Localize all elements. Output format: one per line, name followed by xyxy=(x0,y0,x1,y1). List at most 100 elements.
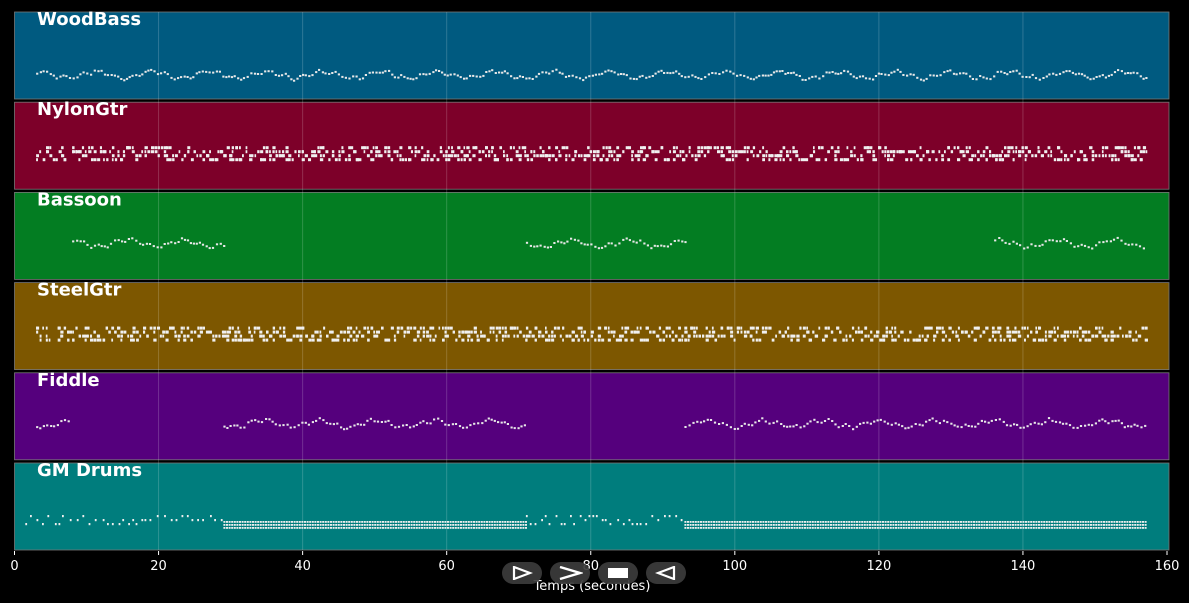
note-mark xyxy=(374,521,377,523)
note-mark xyxy=(231,146,234,150)
note-mark xyxy=(850,527,853,529)
note-mark xyxy=(1032,521,1035,523)
note-mark xyxy=(817,527,819,529)
note-mark xyxy=(752,146,756,150)
note-mark xyxy=(1072,330,1077,334)
note-mark xyxy=(900,527,903,529)
note-mark xyxy=(877,72,880,75)
note-mark xyxy=(451,423,454,426)
note-mark xyxy=(81,154,85,158)
note-mark xyxy=(311,527,314,529)
back-button[interactable] xyxy=(646,562,686,584)
note-mark xyxy=(534,326,538,330)
note-mark xyxy=(993,524,996,526)
note-mark xyxy=(1032,524,1035,526)
note-mark xyxy=(132,519,135,522)
note-mark xyxy=(811,521,814,523)
note-mark xyxy=(501,326,504,330)
note-mark xyxy=(457,527,460,529)
note-mark xyxy=(607,330,610,334)
note-mark xyxy=(97,158,101,162)
note-mark xyxy=(1098,241,1101,244)
note-mark xyxy=(314,330,317,334)
note-mark xyxy=(293,79,296,82)
note-mark xyxy=(994,239,997,242)
note-mark xyxy=(538,334,541,338)
stop-button[interactable] xyxy=(598,562,638,584)
note-mark xyxy=(311,150,315,154)
note-mark xyxy=(613,330,616,334)
note-mark xyxy=(965,521,968,523)
note-mark xyxy=(741,524,744,526)
note-mark xyxy=(921,424,924,427)
note-mark xyxy=(749,524,752,526)
note-mark xyxy=(889,521,892,523)
note-mark xyxy=(215,243,219,246)
note-mark xyxy=(292,334,296,338)
note-mark xyxy=(322,524,325,526)
note-mark xyxy=(1104,154,1107,158)
note-mark xyxy=(575,76,578,79)
note-mark xyxy=(651,75,654,77)
note-mark xyxy=(975,78,978,81)
note-mark xyxy=(957,146,960,150)
note-mark xyxy=(1132,71,1135,74)
note-mark xyxy=(923,521,926,523)
note-mark xyxy=(473,524,475,526)
note-mark xyxy=(1095,521,1098,523)
note-mark xyxy=(202,150,206,154)
note-mark xyxy=(460,521,462,523)
rewind-button[interactable] xyxy=(502,562,542,584)
note-mark xyxy=(720,521,723,523)
note-mark xyxy=(1056,521,1059,523)
note-mark xyxy=(619,338,622,342)
note-mark xyxy=(994,338,997,342)
note-mark xyxy=(510,426,513,429)
note-mark xyxy=(1044,421,1047,424)
note-mark xyxy=(458,334,461,338)
note-mark xyxy=(422,420,425,423)
note-mark xyxy=(480,334,484,338)
note-mark xyxy=(355,158,359,162)
note-mark xyxy=(1068,70,1071,73)
note-mark xyxy=(399,154,402,158)
note-mark xyxy=(175,154,178,158)
note-mark xyxy=(243,426,246,429)
note-mark xyxy=(382,524,384,526)
note-mark xyxy=(721,422,724,425)
note-mark xyxy=(778,524,780,526)
note-mark xyxy=(551,154,555,158)
note-mark xyxy=(282,334,286,338)
note-mark xyxy=(931,521,934,523)
note-mark xyxy=(642,158,647,162)
note-mark xyxy=(506,527,509,529)
note-mark xyxy=(637,158,640,162)
note-mark xyxy=(410,150,414,154)
note-mark xyxy=(853,146,856,150)
note-mark xyxy=(682,158,686,162)
note-mark xyxy=(1101,334,1105,338)
note-mark xyxy=(254,524,257,526)
note-mark xyxy=(1107,422,1110,425)
note-mark xyxy=(642,146,646,150)
note-mark xyxy=(389,527,392,529)
note-mark xyxy=(938,422,941,425)
note-mark xyxy=(562,326,565,330)
note-mark xyxy=(79,240,82,243)
note-mark xyxy=(426,527,429,529)
note-mark xyxy=(72,77,75,80)
note-mark xyxy=(376,527,379,529)
note-mark xyxy=(770,524,773,526)
note-mark xyxy=(639,338,644,342)
play-button[interactable] xyxy=(550,562,590,584)
note-mark xyxy=(465,524,468,526)
note-mark xyxy=(785,524,788,526)
note-mark xyxy=(992,154,996,158)
note-mark xyxy=(1101,418,1104,421)
note-mark xyxy=(660,244,663,247)
note-mark xyxy=(953,424,956,427)
note-mark xyxy=(974,425,977,428)
note-mark xyxy=(83,240,86,243)
note-mark xyxy=(392,521,395,523)
note-mark xyxy=(444,527,447,529)
